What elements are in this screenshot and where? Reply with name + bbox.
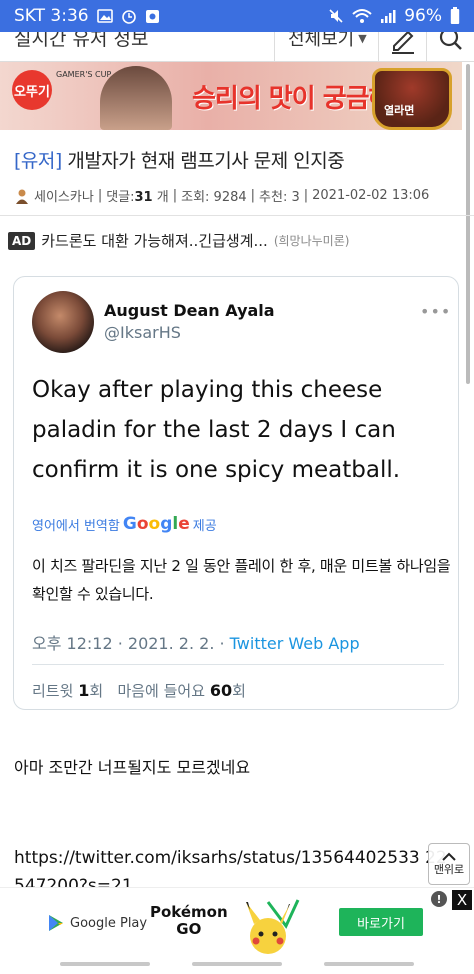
post-title: [유저] 개발자가 현재 램프기사 문제 인지중	[14, 146, 345, 173]
brand-logo: 오뚜기	[12, 70, 52, 110]
google-play-icon	[49, 915, 63, 931]
tweet-author-name[interactable]: August Dean Ayala	[104, 301, 275, 320]
tweet-timestamp: 오후 12:12 · 2021. 2. 2. · Twitter Web App	[32, 634, 360, 653]
battery-percent: 96%	[404, 6, 442, 26]
app-notification-icon	[145, 9, 160, 24]
status-bar: SKT 3:36 96%	[0, 0, 474, 32]
divider	[0, 215, 474, 216]
meta-separator: |	[172, 188, 178, 203]
top-navbar: 실시간 유저 정보 전체보기 ▼	[0, 32, 474, 62]
author-name[interactable]: 세이스카나	[34, 186, 94, 205]
nav-gesture-bar[interactable]	[324, 962, 414, 966]
meta-separator: |	[303, 188, 309, 203]
ad-close-button[interactable]: X	[452, 890, 472, 910]
like-stat[interactable]: 마음에 들어요 60회	[117, 681, 245, 700]
nav-divider	[274, 32, 275, 61]
write-icon[interactable]	[390, 32, 416, 58]
ad-badge: AD	[8, 231, 36, 250]
pikachu-image	[246, 899, 300, 954]
chevron-up-icon	[442, 852, 456, 861]
tweet-stats: 리트윗 1회 마음에 들어요 60회	[32, 680, 246, 701]
user-level-icon	[14, 188, 30, 204]
scrollbar[interactable]	[466, 64, 470, 384]
post-datetime: 2021-02-02 13:06	[312, 188, 430, 203]
translate-attribution[interactable]: 영어에서 번역함 Google 제공	[32, 514, 217, 534]
wifi-icon	[352, 8, 372, 24]
scroll-top-label: 맨위로	[433, 863, 465, 876]
meta-separator: |	[250, 188, 256, 203]
alarm-icon	[121, 8, 137, 24]
ad-info-icon[interactable]: !	[431, 891, 447, 907]
filter-dropdown[interactable]: 전체보기 ▼	[288, 32, 367, 51]
meta-separator: |	[97, 188, 103, 203]
tweet-translation: 이 치즈 팔라딘을 지난 2 일 동안 플레이 한 후, 매운 미트볼 하나임을…	[32, 557, 451, 603]
search-icon[interactable]	[438, 32, 464, 58]
pokemon-go-logo: Pokémon GO	[150, 903, 228, 938]
filter-label: 전체보기	[288, 32, 355, 50]
ramen-cup-image	[372, 68, 452, 130]
tweet-divider	[32, 664, 444, 665]
ad-source: (희망나누미론)	[273, 234, 350, 248]
mute-icon	[328, 8, 344, 24]
google-logo: Google	[122, 514, 190, 534]
ad-text: 카드론도 대환 가능해져..긴급생계...	[41, 232, 268, 250]
nav-divider	[426, 32, 427, 61]
view-count: 조회: 9284	[181, 190, 247, 205]
cup-label: 열라면	[384, 104, 415, 117]
gallery-icon	[96, 9, 113, 23]
retweet-stat[interactable]: 리트윗 1회	[32, 681, 103, 700]
post-title-text: 개발자가 현재 램프기사 문제 인지중	[67, 150, 345, 172]
brand-subtitle: GAMER'S CUP	[56, 70, 112, 79]
tweet-text: Okay after playing this cheese paladin f…	[32, 377, 401, 483]
tweet-avatar[interactable]	[32, 291, 94, 353]
post-tag[interactable]: [유저]	[14, 150, 62, 172]
page-title: 실시간 유저 정보	[14, 32, 149, 50]
nav-gesture-bar[interactable]	[60, 962, 150, 966]
nav-divider	[378, 32, 379, 61]
status-time: SKT 3:36	[14, 6, 89, 26]
ad-banner[interactable]: 오뚜기 GAMER'S CUP 승리의 맛이 궁금해? 열라면	[0, 62, 462, 130]
translate-prefix: 영어에서 번역함	[32, 518, 120, 534]
scroll-top-button[interactable]: 맨위로	[428, 843, 470, 885]
caret-down-icon: ▼	[358, 32, 367, 45]
post-body-comment: 아마 조만간 너프될지도 모르겠네요	[14, 758, 251, 777]
translate-suffix: 제공	[192, 518, 217, 534]
battery-icon	[450, 7, 460, 25]
google-play-badge: Google Play	[48, 914, 147, 932]
signal-icon	[380, 9, 396, 23]
ad-character-image	[100, 66, 172, 130]
nav-gesture-bar[interactable]	[192, 962, 282, 966]
bottom-ad-banner[interactable]: Google Play Pokémon GO 바로가기 ! X	[0, 887, 474, 957]
post-meta: 세이스카나 | 댓글:31 개 | 조회: 9284 | 추천: 3 | 202…	[14, 186, 429, 205]
more-options-icon[interactable]: •••	[420, 302, 451, 321]
text-ad[interactable]: AD 카드론도 대환 가능해져..긴급생계... (희망나누미론)	[8, 230, 349, 251]
tweet-source-app[interactable]: Twitter Web App	[230, 634, 360, 653]
recommend-count: 추천: 3	[259, 190, 300, 205]
tweet-author-handle[interactable]: @IksarHS	[104, 323, 181, 342]
ad-cta-button[interactable]: 바로가기	[339, 908, 423, 936]
comment-count: 댓글:31 개	[106, 190, 169, 205]
